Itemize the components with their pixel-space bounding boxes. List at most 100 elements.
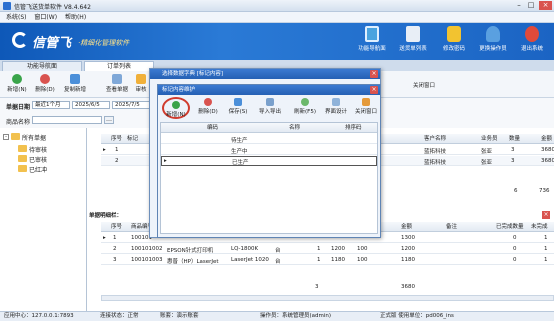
dict-add-button[interactable]: 新增(N) — [162, 97, 190, 119]
detail-total-amount: 3680 — [401, 284, 415, 290]
logo-icon — [12, 32, 28, 48]
delivery-list-label: 送货单列表 — [399, 46, 427, 52]
nav-panel-label: 功能导航面 — [358, 46, 386, 52]
menu-help[interactable]: 帮助(H) — [65, 12, 86, 23]
design-icon — [332, 98, 340, 106]
window-title-bar: 信管飞送货单软件 V8.4.642 – □ × — [0, 0, 554, 12]
tree-item-pending[interactable]: 待审核 — [29, 145, 47, 154]
item-name-input[interactable] — [32, 116, 102, 124]
view-doc-button[interactable]: 查看单据 — [102, 74, 132, 93]
order-total-amount: 736 — [539, 188, 550, 194]
account-status: 账套：演示账套 — [160, 313, 199, 319]
switch-operator-label: 更换操作员 — [479, 46, 507, 52]
dict-grid-header: 编码 名称 排序码 — [161, 123, 377, 133]
menu-system[interactable]: 系统(S) — [6, 12, 27, 23]
approve-label: 审核 — [135, 87, 147, 93]
switch-operator-button[interactable]: 更换操作员 — [473, 26, 513, 58]
table-row[interactable]: 2 100101002 EPSON针式打印机 LQ-1800K 台 1 1200… — [101, 244, 554, 254]
copy-add-label: 复制新增 — [63, 87, 86, 93]
more-button[interactable]: … — [104, 116, 114, 124]
tree-root[interactable]: 所有单据 — [22, 133, 46, 142]
delivery-list-button[interactable]: 送货单列表 — [393, 26, 433, 58]
row-undone: 1 — [544, 235, 548, 241]
nav-panel-button[interactable]: 功能导航面 — [352, 26, 392, 58]
row-name: 已生产 — [232, 160, 249, 166]
plus-icon — [172, 101, 180, 109]
user-icon — [486, 26, 500, 42]
col-staff: 业务员 — [481, 136, 498, 142]
lock-icon — [447, 26, 461, 42]
tab-order-list[interactable]: 订单列表 — [84, 61, 154, 71]
app-icon — [3, 2, 11, 10]
tree-item-approved[interactable]: 已审核 — [29, 155, 47, 164]
save-icon — [234, 98, 242, 106]
dialog-close-icon[interactable]: × — [370, 70, 378, 78]
row-code: 100101002 — [131, 246, 163, 252]
add-button[interactable]: 新增(N) — [4, 74, 30, 93]
row-name: 惠普（HP）LaserJet — [167, 259, 219, 265]
date-range-select[interactable]: 最近1个月 — [32, 101, 70, 109]
version-status: 正式版 使用单位：pd006_ins — [380, 313, 454, 319]
row-model: LQ-1800K — [231, 246, 259, 252]
row-qty: 1 — [317, 257, 321, 263]
header-banner: 信管飞 ·精细化管理软件 功能导航面 送货单列表 修改密码 更换操作员 退出系统 — [0, 23, 554, 60]
table-row[interactable]: 3 100101003 惠普（HP）LaserJet LaserJet 1020… — [101, 255, 554, 265]
row-staff: 张亚 — [481, 149, 493, 155]
dict-refresh-button[interactable]: 刷新(F5) — [290, 98, 320, 115]
row-model: LaserJet 1020 — [231, 257, 269, 263]
row-pointer-icon: ▸ — [103, 147, 106, 153]
dcol-done: 已完成数量 — [496, 224, 524, 230]
col-mark: 标记 — [127, 136, 139, 142]
close-window-button[interactable]: 关闭窗口 — [404, 81, 444, 89]
date-to-input[interactable]: 2025/7/5 — [112, 101, 150, 109]
delete-button[interactable]: 删除(D) — [32, 74, 58, 93]
dict-import-export-label: 导入导出 — [258, 109, 281, 115]
minimize-icon[interactable]: – — [514, 1, 524, 10]
dict-import-export-button[interactable]: 导入导出 — [254, 98, 286, 115]
tab-nav-panel[interactable]: 功能导航面 — [2, 61, 82, 71]
inner-close-icon[interactable]: × — [370, 86, 378, 94]
dict-save-button[interactable]: 保存(S) — [224, 98, 252, 115]
dict-delete-label: 删除(D) — [198, 109, 218, 115]
row-staff: 张亚 — [481, 160, 493, 166]
change-password-button[interactable]: 修改密码 — [434, 26, 474, 58]
change-password-label: 修改密码 — [442, 46, 465, 52]
dcol-no: 序号 — [111, 224, 123, 230]
row-name: 生产中 — [231, 149, 248, 155]
maximize-icon[interactable]: □ — [526, 1, 536, 10]
table-row[interactable]: 生产中 — [161, 145, 377, 155]
row-amount: 1300 — [401, 235, 415, 241]
import-export-icon — [266, 98, 274, 106]
delete-label: 删除(D) — [35, 87, 55, 93]
row-pointer-icon: ▸ — [103, 235, 106, 241]
date-from-input[interactable]: 2025/6/5 — [72, 101, 110, 109]
dict-grid: 编码 名称 排序码 待生产 生产中 ▸ 已生产 — [160, 122, 378, 234]
menu-window[interactable]: 窗口(W) — [34, 12, 57, 23]
detail-close-icon[interactable]: × — [542, 211, 550, 219]
approve-button[interactable]: 审核 — [134, 74, 148, 93]
folder-icon — [18, 165, 27, 172]
app-center-status: 应用中心：127.0.0.1:7893 — [4, 313, 74, 319]
close-icon[interactable]: × — [539, 1, 552, 10]
status-bar: 应用中心：127.0.0.1:7893 连接状态：正常 账套：演示账套 操作员：… — [0, 311, 554, 321]
dict-close-button[interactable]: 关闭窗口 — [352, 98, 380, 115]
expand-icon[interactable]: - — [3, 134, 9, 140]
horizontal-scrollbar[interactable] — [101, 295, 554, 301]
exit-button[interactable]: 退出系统 — [512, 26, 552, 58]
row-qty: 1 — [317, 246, 321, 252]
col-customer: 客户名称 — [424, 136, 447, 142]
approve-icon — [136, 74, 146, 84]
table-row[interactable]: 待生产 — [161, 134, 377, 144]
row-amount: 3680 — [541, 147, 554, 153]
col-amount: 金额 — [541, 136, 553, 142]
copy-add-button[interactable]: 复制新增 — [60, 74, 90, 93]
dcol-sort: 排序码 — [345, 125, 362, 131]
dict-delete-button[interactable]: 删除(D) — [194, 98, 222, 115]
date-label: 单据日期 — [6, 104, 31, 111]
doc-tree: - 所有单据 待审核 已审核 已红冲 — [0, 128, 87, 311]
dict-design-button[interactable]: 界面设计 — [322, 98, 350, 115]
tree-item-reversed[interactable]: 已红冲 — [29, 165, 47, 174]
table-row-selected[interactable]: ▸ 已生产 — [161, 156, 377, 166]
slogan: ·精细化管理软件 — [78, 39, 130, 47]
row-code: 100101003 — [131, 257, 163, 263]
